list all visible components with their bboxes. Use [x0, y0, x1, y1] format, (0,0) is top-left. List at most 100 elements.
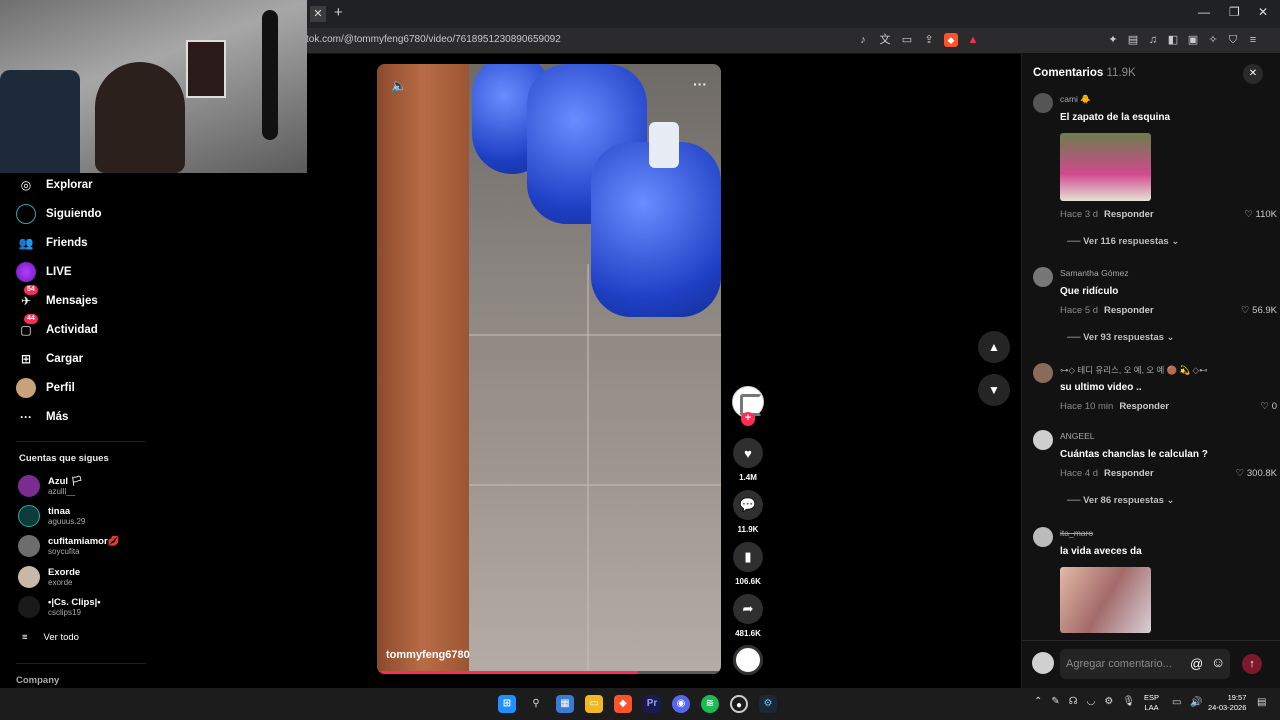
- sidebar-item-friends[interactable]: 👥 Friends: [16, 233, 88, 253]
- comment-likes[interactable]: ♡ 0: [1261, 401, 1277, 412]
- sidebar-item-live[interactable]: LIVE: [16, 262, 72, 282]
- comment-icon[interactable]: 💬: [733, 490, 763, 520]
- media-icon[interactable]: ♫: [1146, 33, 1160, 47]
- premiere-icon[interactable]: Pr: [643, 695, 661, 713]
- following-account[interactable]: cufitamiamor💋 soycufita: [18, 535, 119, 557]
- steam-tray-icon[interactable]: ⚙: [1104, 696, 1113, 707]
- see-all-button[interactable]: ≡ Ver todo: [22, 632, 79, 643]
- reply-button[interactable]: Responder: [1119, 401, 1169, 412]
- brave-shield-icon[interactable]: ◆: [944, 33, 958, 47]
- minimize-icon[interactable]: —: [1198, 5, 1210, 19]
- reader-icon[interactable]: ▤: [1126, 33, 1140, 47]
- sidebar-item-mas[interactable]: ··· Más: [16, 407, 68, 427]
- spotify-icon[interactable]: ≋: [701, 695, 719, 713]
- previous-video-button[interactable]: ▲: [978, 331, 1010, 363]
- chevron-up-icon[interactable]: ⌃: [1034, 696, 1042, 707]
- avatar[interactable]: [1033, 430, 1053, 450]
- discord-icon[interactable]: ◉: [672, 695, 690, 713]
- bookmark-icon[interactable]: ▮: [733, 542, 763, 572]
- comment-user[interactable]: ⊶◇ 테디 유리스, 오 예, 오 예 🟤 💫 ◇⊷: [1060, 364, 1208, 376]
- reply-button[interactable]: Responder: [1104, 209, 1154, 220]
- video-player[interactable]: 🔈 ··· tommyfeng6780: [377, 64, 721, 674]
- obs-icon[interactable]: ●: [730, 695, 748, 713]
- reply-button[interactable]: Responder: [1104, 305, 1154, 316]
- comment-likes[interactable]: ♡ 56.9K: [1241, 305, 1277, 316]
- brave-icon[interactable]: ◆: [614, 695, 632, 713]
- following-account[interactable]: Exorde exorde: [18, 566, 80, 588]
- clock[interactable]: 19:57 24-03-2026: [1208, 693, 1246, 713]
- avatar[interactable]: [1033, 527, 1053, 547]
- search-icon[interactable]: ⚲: [527, 695, 545, 713]
- comment-image-room[interactable]: [1060, 567, 1151, 633]
- vpn-icon[interactable]: ⛉: [1226, 33, 1240, 47]
- sidebar-item-mensajes[interactable]: ✈ 54 Mensajes: [16, 285, 98, 311]
- sound-icon[interactable]: 🔈: [391, 78, 407, 94]
- sidebar-item-siguiendo[interactable]: Siguiendo: [16, 204, 102, 224]
- follow-button[interactable]: +: [741, 412, 755, 426]
- extensions-icon[interactable]: ✦: [1106, 33, 1120, 47]
- following-account[interactable]: •|Cs. Clips|• csclips19: [18, 596, 101, 618]
- avatar[interactable]: [1033, 267, 1053, 287]
- next-video-button[interactable]: ▼: [978, 374, 1010, 406]
- comment-user[interactable]: ita_maro: [1060, 528, 1093, 538]
- following-account[interactable]: tinaa aguuus.29: [18, 505, 85, 527]
- video-progress-bar[interactable]: [377, 671, 721, 674]
- save-action[interactable]: ▮ 106.6K: [732, 542, 764, 586]
- like-action[interactable]: ♥ 1.4M: [732, 438, 764, 482]
- wallet-icon[interactable]: ▣: [1186, 33, 1200, 47]
- steam-icon[interactable]: ⚙: [759, 695, 777, 713]
- notifications-icon[interactable]: ▤: [1257, 697, 1266, 708]
- following-account[interactable]: Azul 🏳 azulll__: [18, 475, 83, 497]
- comment-likes[interactable]: ♡ 110K: [1244, 209, 1277, 220]
- share-arrow-icon[interactable]: ➦: [733, 594, 763, 624]
- sidebar-item-perfil[interactable]: Perfil: [16, 378, 75, 398]
- maximize-icon[interactable]: ❐: [1229, 5, 1240, 19]
- more-options-icon[interactable]: ···: [693, 76, 707, 92]
- emoji-icon[interactable]: ☺: [1211, 654, 1225, 670]
- close-tab-icon[interactable]: ✕: [310, 6, 326, 22]
- gallery-icon[interactable]: ▦: [556, 695, 574, 713]
- sidebar-icon[interactable]: ◧: [1166, 33, 1180, 47]
- comment-user[interactable]: Samantha Gómez: [1060, 268, 1129, 278]
- comment-likes[interactable]: ♡ 300.8K: [1236, 468, 1277, 479]
- url-text[interactable]: tok.com/@tommyfeng6780/video/76189512308…: [306, 34, 561, 45]
- folder-icon[interactable]: ▭: [585, 695, 603, 713]
- start-icon[interactable]: ⊞: [498, 695, 516, 713]
- language-indicator[interactable]: ESP LAA: [1144, 693, 1159, 713]
- close-comments-button[interactable]: ✕: [1243, 64, 1263, 84]
- network-icon[interactable]: ▭: [1172, 697, 1181, 708]
- sidebar-item-explorar[interactable]: ◎ Explorar: [16, 175, 93, 195]
- share-action[interactable]: ➦ 481.6K: [732, 594, 764, 638]
- leo-icon[interactable]: ✧: [1206, 33, 1220, 47]
- wifi-tray-icon[interactable]: ◡: [1087, 696, 1096, 707]
- pen-icon[interactable]: ✎: [1051, 696, 1059, 707]
- sidebar-item-cargar[interactable]: ⊞ Cargar: [16, 349, 83, 369]
- translate-icon[interactable]: 文: [878, 33, 892, 47]
- new-tab-button[interactable]: +: [334, 4, 343, 21]
- heart-icon[interactable]: ♥: [733, 438, 763, 468]
- mic-icon[interactable]: 🎙: [1122, 696, 1135, 707]
- reply-button[interactable]: Responder: [1104, 468, 1154, 479]
- comment-user[interactable]: cami 🐥: [1060, 94, 1091, 105]
- rewards-icon[interactable]: ▲: [966, 33, 980, 47]
- video-username[interactable]: tommyfeng6780: [386, 649, 470, 661]
- comment-image-shoes[interactable]: [1060, 133, 1151, 201]
- share-icon[interactable]: ⇪: [922, 33, 936, 47]
- avatar[interactable]: [1033, 93, 1053, 113]
- menu-icon[interactable]: ≡: [1246, 33, 1260, 47]
- comment-action[interactable]: 💬 11.9K: [732, 490, 764, 534]
- company-link[interactable]: Company: [16, 675, 59, 686]
- comment-user[interactable]: ANGEEL: [1060, 431, 1095, 441]
- view-replies-button[interactable]: ── Ver 86 respuestas ⌄: [1067, 495, 1175, 506]
- headset-icon[interactable]: ☊: [1069, 696, 1078, 707]
- volume-icon[interactable]: 🔊: [1190, 697, 1202, 708]
- avatar[interactable]: [1033, 363, 1053, 383]
- close-window-icon[interactable]: ✕: [1258, 5, 1268, 19]
- view-replies-button[interactable]: ── Ver 93 respuestas ⌄: [1067, 332, 1175, 343]
- cast-icon[interactable]: ▭: [900, 33, 914, 47]
- music-disc-icon[interactable]: [733, 645, 763, 675]
- view-replies-button[interactable]: ── Ver 116 respuestas ⌄: [1067, 236, 1179, 247]
- send-button[interactable]: ↑: [1242, 654, 1262, 674]
- sidebar-item-actividad[interactable]: ▢ 44 Actividad: [16, 314, 98, 340]
- mention-icon[interactable]: @: [1190, 656, 1203, 671]
